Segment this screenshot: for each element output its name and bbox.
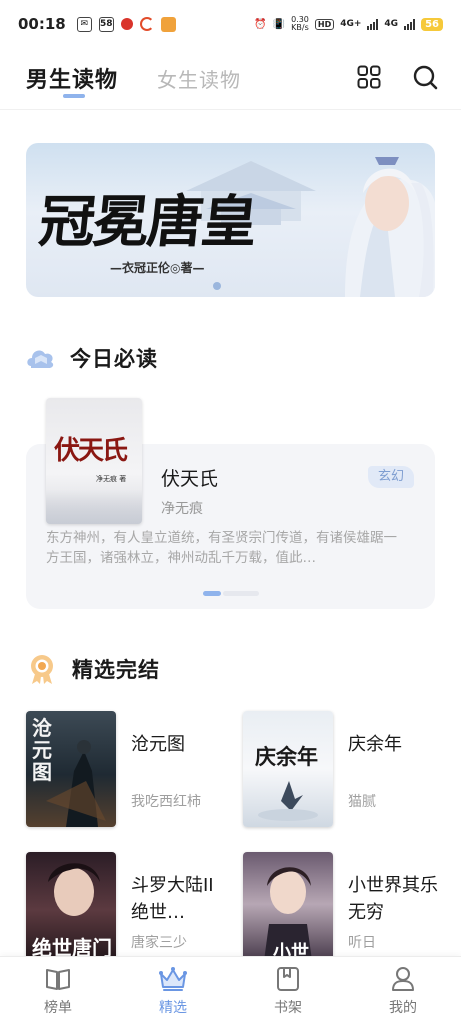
nav-label-mine: 我的 [389,1000,417,1016]
signal-icon [367,18,379,30]
book-open-icon [46,969,70,990]
today-pager [203,591,259,596]
book-item[interactable]: 绝世唐门 斗罗大陆II绝世… 唐家三少 [26,852,226,968]
swirl-icon [139,17,154,31]
banner-pager-dot [213,282,221,290]
nav-label-picks: 精选 [159,1000,187,1016]
nav-item-picks[interactable]: 精选 [133,965,213,1017]
book-cover[interactable]: 庆余年 [243,711,333,827]
book-name[interactable]: 庆余年 [348,731,448,758]
top-tab-bar: 男生读物 女生读物 [0,48,461,110]
today-section-title: 今日必读 [70,347,158,371]
book-author: 听日 [348,935,376,951]
book-cover[interactable]: 绝世唐门 [26,852,116,968]
book-item[interactable]: 庆余年 庆余年 猫腻 [243,711,443,827]
bookshelf-icon [277,967,299,991]
signal-4g-label: 4G [384,19,399,29]
hd-icon: HD [314,18,335,30]
battery-icon: 56 [421,17,443,31]
huawei-music-icon [120,18,133,30]
book-author: 我吃西红柿 [131,794,201,810]
promo-banner[interactable]: 冠冕唐皇 —衣冠正伦◎著— [26,143,435,297]
book-item[interactable]: 小世 小世界其乐无穷 听日 [243,852,443,968]
app-58-icon: 58 [98,16,114,32]
today-book-author: 净无痕 [161,501,203,517]
book-cover-title: 庆余年 [255,744,318,769]
game-icon [160,16,176,32]
bottom-navigation: 榜单 精选 书架 我的 [0,956,461,1024]
vibrate-icon: 📳 [272,18,286,30]
book-author: 猫腻 [348,794,376,810]
active-tab-indicator [63,94,85,98]
nav-item-bookshelf[interactable]: 书架 [248,965,328,1017]
book-cover[interactable]: 沧元图 [26,711,116,827]
genre-tag: 玄幻 [368,466,414,488]
banner-title: 冠冕唐皇 [36,189,259,255]
tab-female-reading[interactable]: 女生读物 [157,64,241,93]
crown-icon [159,967,187,991]
banner-author: —衣冠正伦◎著— [110,261,205,275]
network-speed: 0.30 KB/s [291,15,309,32]
today-cover-author: 净无痕 著 [96,475,127,483]
book-cover-title: 沧元图 [32,716,52,784]
medal-icon [31,655,53,684]
nav-item-rankings[interactable]: 榜单 [18,965,98,1017]
completed-section-header: 精选完结 [26,653,160,685]
book-name[interactable]: 沧元图 [131,731,231,758]
signal-icon-2 [404,18,416,30]
completed-section-title: 精选完结 [72,658,160,682]
book-author: 唐家三少 [131,935,187,951]
signal-4g-plus-label: 4G+ [340,19,362,29]
cloud-book-icon [27,350,54,368]
book-name[interactable]: 小世界其乐无穷 [348,872,448,926]
today-book-name[interactable]: 伏天氏 [161,464,218,491]
status-time: 00:18 [18,15,66,33]
nav-label-rankings: 榜单 [44,1000,72,1016]
mail-icon: ✉ [76,16,92,32]
nav-item-mine[interactable]: 我的 [363,965,443,1017]
today-cover-title: 伏天氏 [54,436,128,466]
book-item[interactable]: 沧元图 沧元图 我吃西红柿 [26,711,226,827]
today-book-description: 东方神州，有人皇立道统，有圣贤宗门传道，有诸侯雄踞一方王国，诸强林立，神州动乱千… [46,530,397,566]
book-cover[interactable]: 小世 [243,852,333,968]
category-grid-icon[interactable] [357,65,381,89]
banner-character-illustration [345,157,435,297]
alarm-icon: ⏰ [254,18,267,30]
tab-male-reading[interactable]: 男生读物 [26,62,118,94]
profile-icon [392,967,414,991]
search-icon[interactable] [412,64,438,90]
book-name[interactable]: 斗罗大陆II绝世… [131,872,231,926]
today-section-header: 今日必读 [26,343,158,373]
today-book-cover[interactable]: 伏天氏 净无痕 著 [46,398,142,524]
nav-label-bookshelf: 书架 [274,1000,302,1016]
status-bar: 00:18 ✉ 58 ⏰ 📳 0.30 KB/s HD 4G+ 4G 56 [0,0,461,48]
